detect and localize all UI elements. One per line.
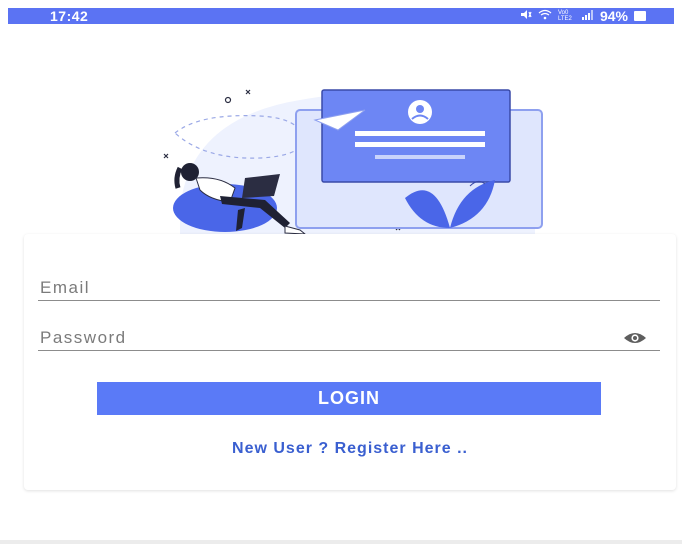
status-time: 17:42 [50,8,89,24]
password-field-container [38,328,664,351]
battery-percent: 94% [599,8,628,24]
network-type: Vo0 LTE2 [557,10,572,22]
battery-icon [634,11,646,21]
email-input[interactable] [38,278,664,298]
wifi-icon [538,9,552,23]
eye-icon[interactable] [622,329,648,347]
signal-icon [581,9,594,23]
bottom-divider [0,540,682,544]
login-illustration [150,78,550,240]
register-link[interactable]: New User ? Register Here .. [24,440,676,458]
status-indicators: Vo0 LTE2 94% [520,8,646,24]
status-bar: 17:42 Vo0 LTE2 94% [8,8,674,24]
mute-icon [520,9,532,23]
password-input[interactable] [38,328,664,348]
login-button[interactable]: LOGIN [97,382,601,415]
email-field-container [38,278,664,301]
login-card: LOGIN New User ? Register Here .. [24,234,676,490]
